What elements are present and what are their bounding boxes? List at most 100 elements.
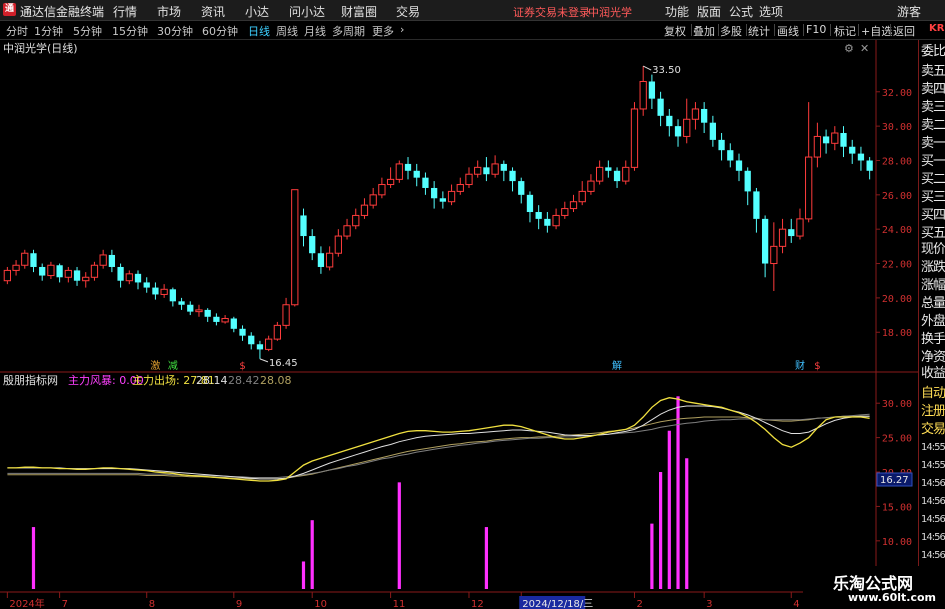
- candle-body: [552, 214, 560, 227]
- menu-item-shichang[interactable]: 市场: [157, 3, 181, 20]
- menu-item-hangqing[interactable]: 行情: [113, 3, 137, 20]
- candle-body: [187, 304, 194, 312]
- period-daily[interactable]: 日线: [248, 23, 270, 39]
- side-panel-item: 收益: [921, 366, 945, 381]
- tool-tongji[interactable]: 统计: [748, 23, 770, 39]
- candle-body: [143, 282, 150, 288]
- period-5min[interactable]: 5分钟: [73, 23, 102, 39]
- divider: [803, 24, 804, 36]
- period-1min[interactable]: 1分钟: [34, 23, 63, 39]
- candle-body: [465, 173, 473, 186]
- candle-body: [648, 81, 656, 99]
- side-panel-item: 14:56: [921, 550, 945, 561]
- broker-login-status[interactable]: 证券交易未登录: [513, 4, 590, 20]
- candle-body: [73, 270, 81, 281]
- toolbar-gongshi[interactable]: 公式: [729, 3, 753, 20]
- app-title: 通达信金融终端: [20, 5, 105, 19]
- indicator-title: 殷朋指标网: [3, 373, 58, 387]
- candle-body: [360, 204, 369, 216]
- y-tick-label: 28.00: [882, 156, 912, 167]
- tool-f10[interactable]: F10: [806, 23, 826, 36]
- menu-item-jiaoyi[interactable]: 交易: [396, 3, 420, 20]
- period-weekly[interactable]: 周线: [276, 23, 298, 39]
- tool-biaoji[interactable]: 标记: [834, 23, 856, 39]
- candle-body: [683, 118, 691, 137]
- signal-bar: [676, 396, 680, 589]
- candle-body: [395, 163, 403, 180]
- menu-item-xiaoda[interactable]: 小达: [245, 3, 269, 20]
- candle-body: [674, 126, 682, 137]
- candle-body: [386, 178, 395, 186]
- candle-body: [727, 150, 734, 161]
- candle-body: [378, 184, 386, 196]
- signal-bar: [301, 561, 306, 589]
- x-tick-label: 4: [793, 599, 799, 609]
- chart-area[interactable]: 18.00 20.00 22.00 24.00 26.00 28.00 30.00 32.00…: [0, 40, 918, 609]
- crosshair-date-label: 2024/12/18/三: [522, 599, 593, 609]
- period-more[interactable]: 更多: [372, 23, 394, 39]
- x-tick-label: 7: [62, 599, 68, 609]
- x-tick-label: 9: [236, 599, 242, 609]
- x-tick-label: 11: [393, 599, 406, 609]
- candle-body: [595, 166, 604, 182]
- side-panel-item: 外盘: [921, 314, 945, 329]
- tool-huaxian[interactable]: 画线: [777, 23, 799, 39]
- side-panel-item[interactable]: 注册: [921, 404, 945, 420]
- candle-body: [630, 108, 639, 168]
- period-multi[interactable]: 多周期: [332, 23, 365, 39]
- side-panel-item: 总量: [921, 296, 945, 311]
- candle-body: [840, 133, 847, 147]
- side-panel-item[interactable]: 自动: [921, 386, 945, 402]
- toolbar-gongneng[interactable]: 功能: [665, 3, 689, 20]
- candle-body: [160, 288, 168, 295]
- y-tick-label: 30.00: [882, 399, 912, 410]
- low-price-label: 16.45: [269, 358, 298, 369]
- period-monthly[interactable]: 月线: [304, 23, 326, 39]
- watermark: 乐淘公式网 www.60lt.com: [803, 566, 945, 609]
- divider: [746, 24, 747, 36]
- toolbar-banmian[interactable]: 版面: [697, 3, 721, 20]
- kr-badge[interactable]: KR: [929, 23, 944, 34]
- candle-body: [701, 108, 708, 123]
- period-fenshi[interactable]: 分时: [6, 23, 28, 39]
- divider: [691, 24, 692, 36]
- side-panel-item: 涨幅: [921, 278, 945, 293]
- menu-item-caifuquan[interactable]: 财富圈: [341, 3, 377, 20]
- chevron-right-icon[interactable]: ›: [400, 23, 404, 36]
- menu-item-zixun[interactable]: 资讯: [201, 3, 225, 20]
- period-toolbar: 分时 1分钟 5分钟 15分钟 30分钟 60分钟 日线 周线 月线 多周期 更…: [0, 21, 945, 40]
- tool-fanhui[interactable]: 返回: [893, 23, 915, 39]
- signal-bar: [310, 520, 314, 589]
- tool-add-favorite[interactable]: +自选: [861, 23, 892, 39]
- candle-body: [39, 266, 46, 276]
- candle-body: [413, 170, 420, 178]
- candle-body: [778, 228, 787, 247]
- candle-body: [796, 218, 804, 237]
- candle-body: [857, 153, 865, 161]
- close-icon: ✕: [860, 42, 869, 55]
- side-panel-item: 卖三: [921, 100, 945, 115]
- menu-item-wenxiaoda[interactable]: 问小达: [289, 3, 325, 20]
- tool-diejia[interactable]: 叠加: [693, 23, 715, 39]
- guest-user[interactable]: 游客: [897, 3, 921, 20]
- x-tick-label: 2: [636, 599, 642, 609]
- candle-body: [491, 163, 499, 175]
- period-60min[interactable]: 60分钟: [202, 23, 238, 39]
- period-15min[interactable]: 15分钟: [112, 23, 148, 39]
- toolbar-xuanxiang[interactable]: 选项: [759, 3, 783, 20]
- side-panel-item[interactable]: 交易: [921, 422, 945, 438]
- period-30min[interactable]: 30分钟: [157, 23, 193, 39]
- y-tick-label: 24.00: [882, 225, 912, 236]
- tool-fuquan[interactable]: 复权: [664, 23, 686, 39]
- candle-body: [718, 139, 725, 151]
- candle-body: [761, 218, 769, 264]
- candle-body: [709, 122, 717, 140]
- candle-body: [431, 187, 438, 199]
- tool-duogu[interactable]: 多股: [720, 23, 742, 39]
- y-tick-label: 10.00: [882, 537, 912, 548]
- candle-body: [125, 273, 133, 282]
- x-tick-label: 10: [314, 599, 327, 609]
- event-marker: 激: [150, 359, 160, 372]
- x-tick-label: 8: [149, 599, 155, 609]
- divider: [718, 24, 719, 36]
